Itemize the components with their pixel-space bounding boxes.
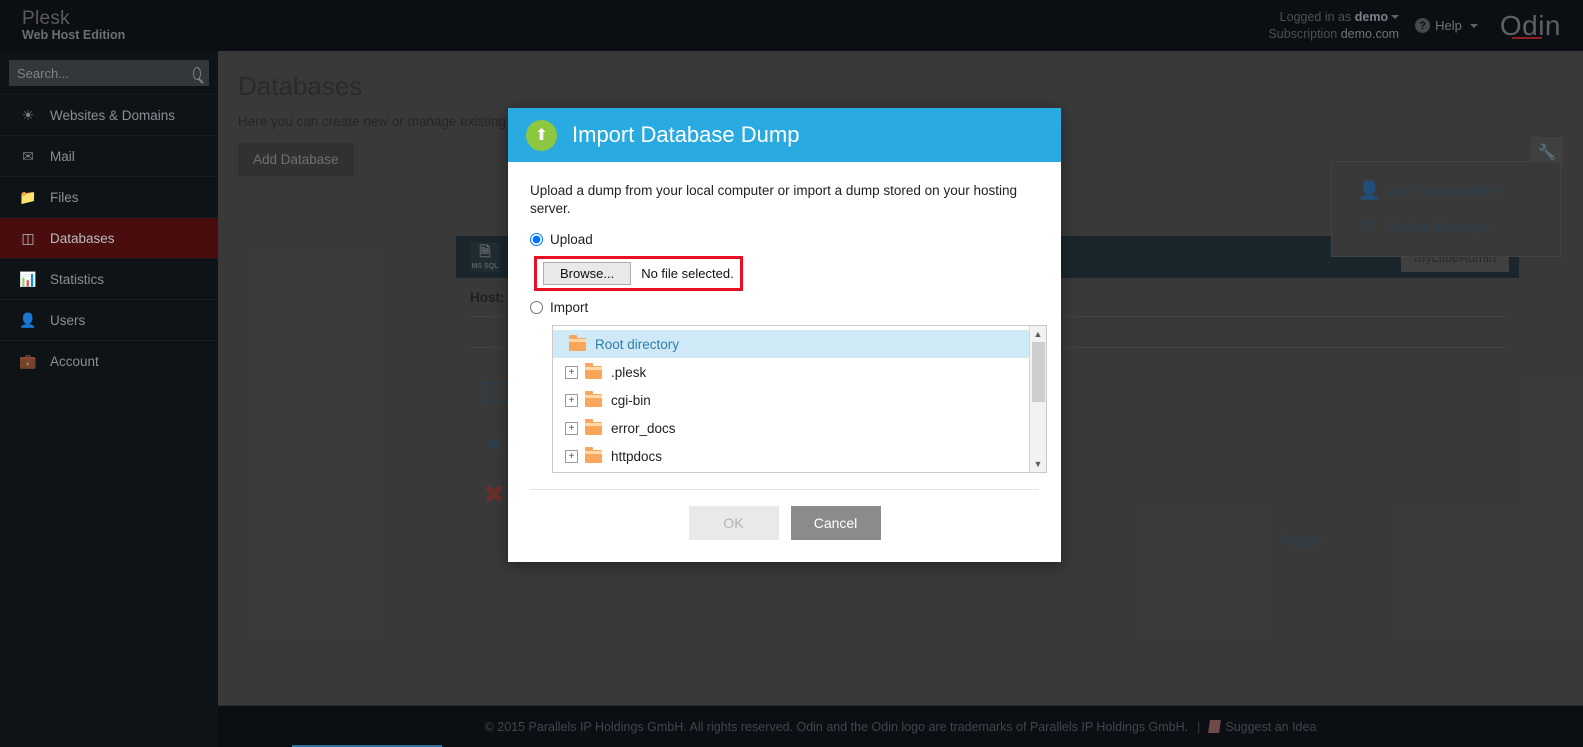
sidebar-item-label: Mail [50,148,75,164]
sidebar-item-databases[interactable]: ◫ Databases [0,217,218,258]
sidebar-item-label: Users [50,312,86,328]
sidebar: ☀ Websites & Domains ✉ Mail 📁 Files ◫ Da… [0,51,218,747]
tree-node-root-directory[interactable]: Root directory [553,330,1029,358]
browse-button[interactable]: Browse... [543,262,632,285]
search-input[interactable] [17,65,193,81]
help-menu[interactable]: ? Help [1415,18,1500,33]
subscription-label: Subscription [1268,26,1338,41]
subscription-value: demo.com [1340,26,1400,41]
chevron-down-icon [1469,23,1478,28]
expand-icon[interactable]: + [565,365,578,379]
footer-separator: | [1197,719,1201,734]
pencil-icon [1208,720,1222,733]
user-icon: 👤 [19,311,37,328]
tree-node-error-docs[interactable]: + error_docs [553,414,1029,442]
ok-button[interactable]: OK [688,506,779,540]
upload-radio[interactable] [530,233,543,246]
envelope-icon: ✉ [22,147,34,164]
odin-logo: Odin [1500,10,1583,42]
expand-icon[interactable]: + [565,449,578,463]
sidebar-item-label: Files [50,189,79,205]
file-input-row[interactable]: Browse... No file selected. [543,262,734,285]
brand-name: Plesk [22,7,70,29]
suggest-an-idea-link[interactable]: Suggest an Idea [1208,719,1317,734]
folder-icon [585,446,602,463]
tree-node-label: Root directory [595,336,680,352]
suggest-label: Suggest an Idea [1225,719,1317,734]
import-radio-label: Import [550,300,589,315]
sidebar-item-files[interactable]: 📁 Files [0,176,218,217]
file-tree-list: Root directory + .plesk + cgi-bin + erro… [553,326,1029,472]
upload-circle-icon: ⬆ [526,119,557,151]
sidebar-item-label: Websites & Domains [50,107,176,123]
database-icon: ◫ [21,229,35,246]
brand-subtitle: Web Host Edition [22,27,126,42]
folder-icon [585,418,602,435]
scroll-down-icon[interactable]: ▼ [1034,456,1043,472]
folder-icon [569,334,586,351]
folder-icon: 📁 [19,188,37,205]
tree-node-label: error_docs [611,420,676,436]
upload-radio-label: Upload [550,232,593,247]
copyright-text: © 2015 Parallels IP Holdings GmbH. All r… [484,719,1189,734]
import-radio-row[interactable]: Import [530,300,1039,315]
tree-scrollbar[interactable]: ▲ ▼ [1029,326,1046,472]
sidebar-item-websites-domains[interactable]: ☀ Websites & Domains [0,94,218,135]
sidebar-item-statistics[interactable]: 📊 Statistics [0,258,218,299]
footer: © 2015 Parallels IP Holdings GmbH. All r… [218,705,1583,747]
logged-in-row[interactable]: Logged in as demo [1268,9,1400,26]
scrollbar-thumb[interactable] [1031,342,1045,402]
file-status-label: No file selected. [641,266,734,281]
tree-node-httpdocs[interactable]: + httpdocs [553,442,1029,470]
sidebar-item-label: Statistics [50,271,105,287]
globe-icon: ☀ [21,106,35,123]
brand-logo: Plesk Web Host Edition [22,9,125,42]
tree-node-label: cgi-bin [611,392,651,408]
cancel-button[interactable]: Cancel [790,506,881,540]
dialog-title: Import Database Dump [572,122,800,147]
scroll-up-icon[interactable]: ▲ [1034,326,1043,342]
import-database-dump-dialog: ⬆ Import Database Dump Upload a dump fro… [508,108,1061,562]
expand-icon[interactable]: + [565,393,578,407]
tree-node-label: .plesk [611,364,647,380]
tree-node-label: httpdocs [611,448,663,464]
logged-in-label: Logged in as [1279,9,1352,24]
question-mark-icon: ? [1415,18,1431,33]
sidebar-item-label: Databases [50,230,115,246]
bar-chart-icon: 📊 [19,270,37,287]
dialog-description: Upload a dump from your local computer o… [530,183,1017,216]
subscription-row[interactable]: Subscription demo.com [1268,26,1399,43]
sidebar-item-label: Account [50,353,99,369]
search-box[interactable] [9,60,209,86]
file-tree[interactable]: Root directory + .plesk + cgi-bin + erro… [552,325,1047,473]
dialog-body: Upload a dump from your local computer o… [508,162,1061,562]
briefcase-icon: 💼 [19,352,37,369]
help-label: Help [1435,18,1462,33]
import-radio[interactable] [530,301,543,314]
folder-icon [585,390,602,407]
sidebar-item-account[interactable]: 💼 Account [0,340,218,381]
logged-in-user: demo [1354,9,1389,24]
dialog-header: ⬆ Import Database Dump [508,108,1061,162]
account-info: Logged in as demo Subscription demo.com [1268,9,1415,43]
top-bar-right: Logged in as demo Subscription demo.com … [1268,0,1583,51]
tree-node-plesk[interactable]: + .plesk [553,358,1029,386]
chevron-down-icon [1391,15,1400,20]
folder-icon [585,362,602,379]
search-icon [193,66,201,80]
file-input-annotation-box: Browse... No file selected. [534,256,743,291]
dialog-footer: OK Cancel [530,489,1039,562]
sidebar-item-mail[interactable]: ✉ Mail [0,135,218,176]
sidebar-item-users[interactable]: 👤 Users [0,299,218,340]
upload-radio-row[interactable]: Upload [530,232,1039,247]
plesk-app: Plesk Web Host Edition Logged in as demo… [0,0,1583,747]
tree-node-cgi-bin[interactable]: + cgi-bin [553,386,1029,414]
expand-icon[interactable]: + [565,421,578,435]
top-bar: Plesk Web Host Edition Logged in as demo… [0,0,1583,51]
